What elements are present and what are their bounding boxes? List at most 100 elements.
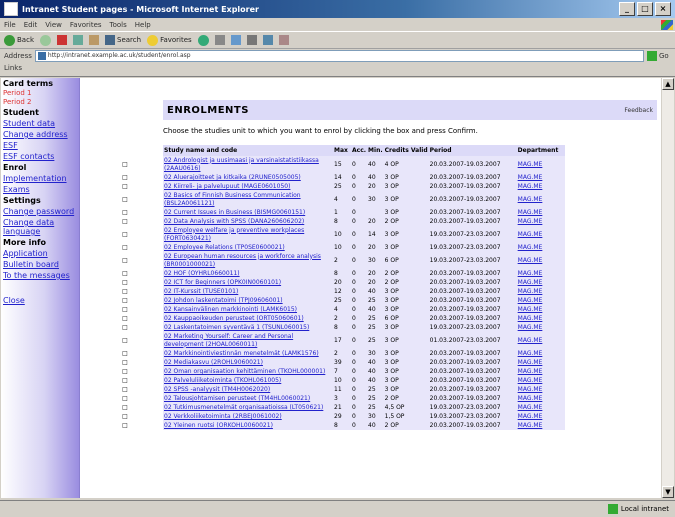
sidebar-item-esf[interactable]: ESF (1, 140, 79, 151)
enrol-checkbox[interactable]: □ (87, 278, 163, 287)
maximize-button[interactable]: □ (637, 2, 653, 16)
history-icon[interactable] (214, 35, 225, 45)
links-label[interactable]: Links (4, 64, 22, 72)
enrol-checkbox[interactable]: □ (87, 332, 163, 349)
sidebar-item-messages[interactable]: To the messages (1, 270, 79, 281)
department-link[interactable]: MAG.ME (516, 173, 565, 182)
feedback-link[interactable]: Feedback (624, 107, 653, 114)
department-link-text[interactable]: MAG.ME (518, 231, 543, 238)
course-name-link[interactable]: 02 Current Issues in Business (BISMG0060… (163, 208, 333, 217)
sidebar-item-application[interactable]: Application (1, 248, 79, 259)
enrol-checkbox[interactable]: □ (87, 349, 163, 358)
menu-edit[interactable]: Edit (24, 21, 38, 29)
enrol-checkbox[interactable]: □ (87, 421, 163, 430)
department-link[interactable]: MAG.ME (516, 252, 565, 269)
enrol-checkbox[interactable]: □ (87, 305, 163, 314)
course-name-link-text[interactable]: 02 Marketing Yourself: Career and Person… (164, 333, 293, 348)
department-link[interactable]: MAG.ME (516, 412, 565, 421)
department-link[interactable]: MAG.ME (516, 403, 565, 412)
enrol-checkbox[interactable]: □ (87, 358, 163, 367)
department-link-text[interactable]: MAG.ME (518, 196, 543, 203)
scroll-up-icon[interactable]: ▲ (662, 78, 674, 90)
department-link-text[interactable]: MAG.ME (518, 183, 543, 190)
enrol-checkbox[interactable]: □ (87, 287, 163, 296)
enrol-checkbox[interactable]: □ (87, 208, 163, 217)
course-name-link-text[interactable]: 02 Tutkimusmenetelmät organisaatioissa (… (164, 404, 323, 411)
department-link[interactable]: MAG.ME (516, 208, 565, 217)
department-link-text[interactable]: MAG.ME (518, 174, 543, 181)
sidebar-item-bulletin-board[interactable]: Bulletin board (1, 259, 79, 270)
discuss-icon[interactable] (278, 35, 289, 45)
department-link-text[interactable]: MAG.ME (518, 337, 543, 344)
course-name-link-text[interactable]: 02 Basics of Finnish Business Communicat… (164, 192, 301, 207)
department-link-text[interactable]: MAG.ME (518, 324, 543, 331)
sidebar-item-change-language[interactable]: Change data language (1, 217, 79, 237)
scroll-down-icon[interactable]: ▼ (662, 486, 674, 498)
course-name-link-text[interactable]: 02 Kauppaoikeuden perusteet (ORT05060601… (164, 315, 304, 322)
department-link[interactable]: MAG.ME (516, 269, 565, 278)
course-name-link[interactable]: 02 Oman organisaation kehittäminen (TKOH… (163, 367, 333, 376)
department-link-text[interactable]: MAG.ME (518, 350, 543, 357)
department-link[interactable]: MAG.ME (516, 191, 565, 208)
department-link-text[interactable]: MAG.ME (518, 257, 543, 264)
menu-view[interactable]: View (45, 21, 62, 29)
course-name-link[interactable]: 02 SPSS -analyysit (TM4H0062020) (163, 385, 333, 394)
course-name-link[interactable]: 02 ICT for Beginners (OPK0IN0060101) (163, 278, 333, 287)
menu-tools[interactable]: Tools (110, 21, 127, 29)
department-link-text[interactable]: MAG.ME (518, 161, 543, 168)
enrol-checkbox[interactable]: □ (87, 269, 163, 278)
enrol-checkbox[interactable]: □ (87, 403, 163, 412)
enrol-checkbox[interactable]: □ (87, 385, 163, 394)
stop-icon[interactable] (57, 35, 67, 45)
department-link[interactable]: MAG.ME (516, 314, 565, 323)
edit-icon[interactable] (262, 35, 273, 45)
enrol-checkbox[interactable]: □ (87, 191, 163, 208)
department-link-text[interactable]: MAG.ME (518, 413, 543, 420)
department-link[interactable]: MAG.ME (516, 421, 565, 430)
course-name-link[interactable]: 02 Tutkimusmenetelmät organisaatioissa (… (163, 403, 333, 412)
enrol-checkbox[interactable]: □ (87, 252, 163, 269)
enrol-checkbox[interactable]: □ (87, 412, 163, 421)
department-link[interactable]: MAG.ME (516, 349, 565, 358)
course-name-link-text[interactable]: 02 Employee Relations (TP0SE0600021) (164, 244, 285, 251)
go-button[interactable]: Go (644, 51, 675, 61)
refresh-icon[interactable] (73, 35, 83, 45)
course-name-link-text[interactable]: 02 ICT for Beginners (OPK0IN0060101) (164, 279, 281, 286)
course-name-link-text[interactable]: 02 Talousjohtamisen perusteet (TM4HL0060… (164, 395, 310, 402)
department-link-text[interactable]: MAG.ME (518, 404, 543, 411)
department-link[interactable]: MAG.ME (516, 243, 565, 252)
course-name-link[interactable]: 02 IT-Kurssit (TUSE0101) (163, 287, 333, 296)
department-link[interactable]: MAG.ME (516, 278, 565, 287)
department-link-text[interactable]: MAG.ME (518, 209, 543, 216)
forward-arrow-icon[interactable] (40, 34, 51, 46)
course-name-link-text[interactable]: 02 Data Analysis with SPSS (DANA26060620… (164, 218, 304, 225)
course-name-link-text[interactable]: 02 HOF (OYHRL0660011) (164, 270, 240, 277)
course-name-link[interactable]: 02 Marketing Yourself: Career and Person… (163, 332, 333, 349)
address-input[interactable]: http://intranet.example.ac.uk/student/en… (34, 50, 644, 62)
course-name-link[interactable]: 02 Employee welfare ja preventive workpl… (163, 226, 333, 243)
close-button[interactable]: × (655, 2, 671, 16)
department-link[interactable]: MAG.ME (516, 323, 565, 332)
course-name-link[interactable]: 02 Aluerajoitteet ja kitkaika (2RUNE0505… (163, 173, 333, 182)
course-name-link[interactable]: 02 HOF (OYHRL0660011) (163, 269, 333, 278)
course-name-link-text[interactable]: 02 Kiirreli- ja palvelupuut (MAGE0601050… (164, 183, 290, 190)
department-link-text[interactable]: MAG.ME (518, 270, 543, 277)
course-name-link-text[interactable]: 02 European human resources ja workforce… (164, 253, 321, 268)
course-name-link-text[interactable]: 02 Mediakasvu (2ROHL9060021) (164, 359, 263, 366)
department-link-text[interactable]: MAG.ME (518, 306, 543, 313)
department-link[interactable]: MAG.ME (516, 358, 565, 367)
department-link[interactable]: MAG.ME (516, 226, 565, 243)
department-link-text[interactable]: MAG.ME (518, 395, 543, 402)
course-name-link[interactable]: 02 Employee Relations (TP0SE0600021) (163, 243, 333, 252)
print-icon[interactable] (246, 35, 257, 45)
course-name-link-text[interactable]: 02 Palveluliiketoiminta (TKOHL061005) (164, 377, 281, 384)
course-name-link-text[interactable]: 02 Aluerajoitteet ja kitkaika (2RUNE0505… (164, 174, 301, 181)
department-link[interactable]: MAG.ME (516, 156, 565, 173)
enrol-checkbox[interactable]: □ (87, 394, 163, 403)
department-link-text[interactable]: MAG.ME (518, 377, 543, 384)
course-name-link-text[interactable]: 02 Kansainvälinen markkinointi (LAMK6015… (164, 306, 297, 313)
favorites-button[interactable]: Favorites (147, 34, 192, 46)
course-name-link[interactable]: 02 Markkinointiviestinnän menetelmät (LA… (163, 349, 333, 358)
enrol-checkbox[interactable]: □ (87, 156, 163, 173)
sidebar-item-implementation[interactable]: Implementation (1, 173, 79, 184)
